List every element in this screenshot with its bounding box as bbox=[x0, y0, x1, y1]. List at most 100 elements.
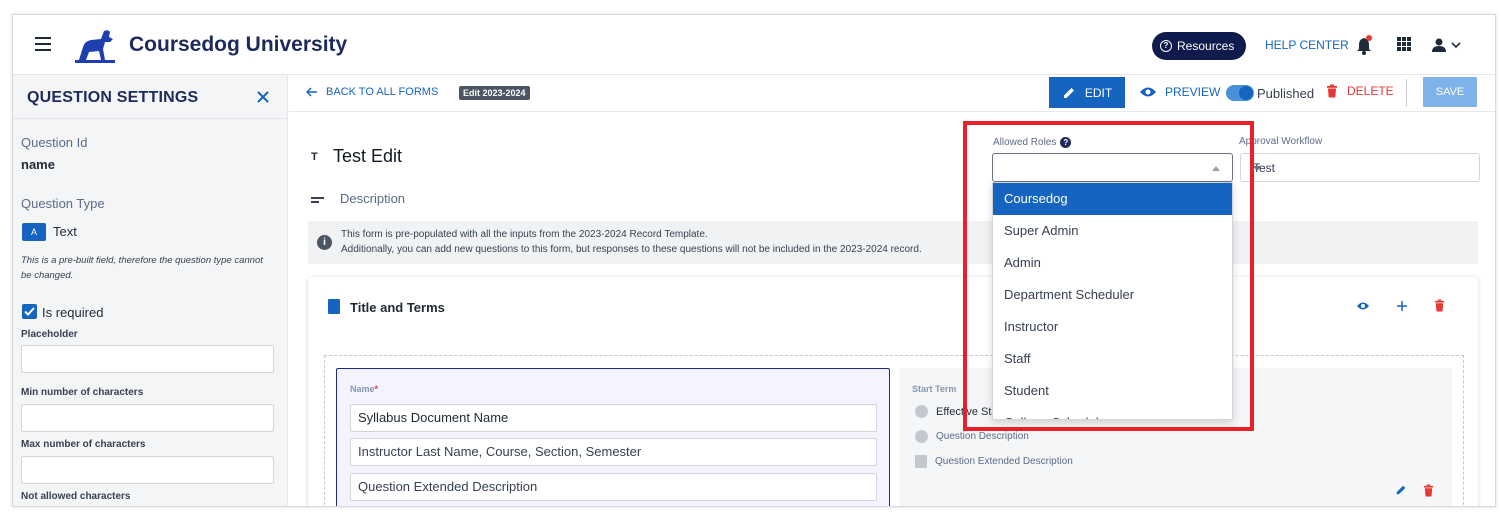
title-type-icon: T bbox=[311, 151, 318, 163]
hamburger-menu-icon[interactable] bbox=[35, 37, 51, 51]
form-title[interactable]: Test Edit bbox=[333, 146, 402, 167]
panel-header: QUESTION SETTINGS bbox=[13, 75, 287, 119]
info-icon bbox=[915, 430, 928, 443]
edit-version-tag: Edit 2023-2024 bbox=[459, 86, 530, 100]
name-extended-description-input[interactable]: Question Extended Description bbox=[350, 473, 877, 501]
help-center-link[interactable]: HELP CENTER bbox=[1265, 38, 1349, 52]
arrow-left-icon bbox=[306, 87, 317, 97]
pencil-icon bbox=[1063, 87, 1074, 98]
info-banner: i This form is pre-populated with all th… bbox=[308, 221, 1478, 264]
plus-icon[interactable] bbox=[1396, 300, 1408, 312]
question-type-value: Text bbox=[53, 224, 77, 239]
apps-grid-icon[interactable] bbox=[1397, 37, 1411, 51]
info-text-line: Additionally, you can add new questions … bbox=[341, 244, 922, 255]
name-question-card[interactable]: Name* Syllabus Document Name Instructor … bbox=[336, 368, 890, 506]
section-card: Title and Terms Name* Syllabus Document … bbox=[308, 277, 1478, 506]
edit-button[interactable]: EDIT bbox=[1049, 77, 1125, 108]
name-input[interactable]: Syllabus Document Name bbox=[350, 404, 877, 432]
section-actions bbox=[1356, 299, 1445, 312]
help-circle-icon bbox=[915, 405, 928, 418]
eye-icon bbox=[1140, 87, 1156, 97]
back-to-forms-link[interactable]: BACK TO ALL FORMS bbox=[306, 86, 438, 98]
role-option[interactable]: Admin bbox=[993, 247, 1232, 279]
min-chars-label: Min number of characters bbox=[21, 387, 144, 398]
start-term-label: Start Term bbox=[912, 384, 957, 394]
help-circle-icon: ? bbox=[1160, 40, 1172, 52]
term-row: Effective Start bbox=[915, 405, 1004, 418]
notification-bell-icon[interactable] bbox=[1356, 35, 1372, 55]
placeholder-label: Placeholder bbox=[21, 329, 78, 340]
min-chars-input[interactable] bbox=[21, 404, 274, 432]
trash-icon[interactable] bbox=[1434, 299, 1445, 312]
section-title[interactable]: Title and Terms bbox=[350, 300, 445, 315]
eye-icon[interactable] bbox=[1356, 301, 1370, 311]
app-title: Coursedog University bbox=[129, 33, 348, 56]
user-menu[interactable] bbox=[1431, 35, 1465, 55]
trash-icon bbox=[1327, 84, 1337, 98]
form-editor: BACK TO ALL FORMS Edit 2023-2024 EDIT PR… bbox=[289, 75, 1495, 506]
is-required-checkbox[interactable] bbox=[22, 304, 37, 319]
top-bar: Coursedog University ? Resources HELP CE… bbox=[13, 15, 1495, 75]
not-allowed-chars-label: Not allowed characters bbox=[21, 491, 131, 502]
question-type-label: Question Type bbox=[21, 196, 105, 211]
name-question-label: Name* bbox=[350, 384, 379, 394]
info-icon: i bbox=[317, 235, 332, 250]
published-toggle[interactable] bbox=[1226, 85, 1254, 101]
caret-up-icon bbox=[1212, 166, 1220, 171]
save-button[interactable]: SAVE bbox=[1423, 77, 1477, 107]
question-settings-panel: QUESTION SETTINGS Question Id name Quest… bbox=[13, 75, 288, 506]
dog-logo-icon[interactable] bbox=[75, 27, 115, 63]
preview-label: PREVIEW bbox=[1165, 85, 1221, 99]
close-icon[interactable] bbox=[255, 89, 271, 105]
is-required-label: Is required bbox=[42, 305, 104, 320]
form-toolbar: BACK TO ALL FORMS Edit 2023-2024 EDIT PR… bbox=[289, 75, 1495, 112]
term-row: Question Description bbox=[915, 430, 1029, 443]
allowed-roles-dropdown: Coursedog Super Admin Admin Department S… bbox=[992, 182, 1233, 420]
role-option[interactable]: Super Admin bbox=[993, 215, 1232, 247]
approval-workflow-label: Approval Workflow bbox=[1239, 136, 1323, 147]
role-option[interactable]: Department Scheduler bbox=[993, 279, 1232, 311]
prebuilt-note: This is a pre-built field, therefore the… bbox=[21, 255, 263, 281]
preview-button[interactable]: PREVIEW bbox=[1139, 85, 1220, 99]
description-icon bbox=[311, 197, 324, 204]
text-type-icon: A bbox=[22, 223, 46, 241]
back-label: BACK TO ALL FORMS bbox=[326, 86, 439, 98]
delete-label: DELETE bbox=[1347, 84, 1394, 98]
allowed-roles-text: Allowed Roles bbox=[993, 137, 1057, 148]
role-option[interactable]: Staff bbox=[993, 343, 1232, 375]
role-option[interactable]: Instructor bbox=[993, 311, 1232, 343]
term-card-actions bbox=[1395, 484, 1434, 497]
allowed-roles-select[interactable] bbox=[992, 153, 1233, 182]
placeholder-input[interactable] bbox=[21, 345, 274, 373]
user-icon bbox=[1432, 38, 1446, 52]
app-window: Coursedog University ? Resources HELP CE… bbox=[12, 14, 1496, 507]
caret-down-icon bbox=[1253, 166, 1261, 171]
term-row: Question Extended Description bbox=[915, 455, 1073, 468]
term-row-text: Question Extended Description bbox=[935, 456, 1073, 467]
role-option[interactable]: Coursedog bbox=[993, 183, 1232, 215]
resources-button[interactable]: ? Resources bbox=[1152, 32, 1247, 60]
term-row-text: Question Description bbox=[936, 431, 1029, 442]
edit-label: EDIT bbox=[1084, 85, 1113, 100]
max-chars-label: Max number of characters bbox=[21, 439, 146, 450]
toolbar-divider bbox=[1406, 79, 1407, 107]
trash-icon[interactable] bbox=[1423, 484, 1434, 497]
role-option[interactable]: Student bbox=[993, 375, 1232, 407]
form-description[interactable]: Description bbox=[340, 191, 405, 206]
help-circle-icon[interactable]: ? bbox=[1060, 137, 1072, 148]
resources-label: Resources bbox=[1177, 39, 1235, 53]
pencil-icon[interactable] bbox=[1395, 484, 1407, 496]
delete-button[interactable]: DELETE bbox=[1326, 84, 1394, 98]
published-label: Published bbox=[1257, 86, 1315, 101]
info-text-line: This form is pre-populated with all the … bbox=[341, 229, 708, 240]
name-description-input[interactable]: Instructor Last Name, Course, Section, S… bbox=[350, 438, 877, 466]
panel-title: QUESTION SETTINGS bbox=[27, 89, 199, 106]
chevron-down-icon bbox=[1451, 42, 1461, 49]
role-option[interactable]: College Scheduler bbox=[993, 407, 1232, 419]
question-id-label: Question Id bbox=[21, 135, 88, 150]
book-icon bbox=[328, 299, 340, 314]
question-id-value: name bbox=[21, 157, 55, 172]
name-label-text: Name bbox=[350, 384, 375, 394]
approval-workflow-select[interactable]: Test bbox=[1240, 153, 1480, 182]
max-chars-input[interactable] bbox=[21, 456, 274, 484]
